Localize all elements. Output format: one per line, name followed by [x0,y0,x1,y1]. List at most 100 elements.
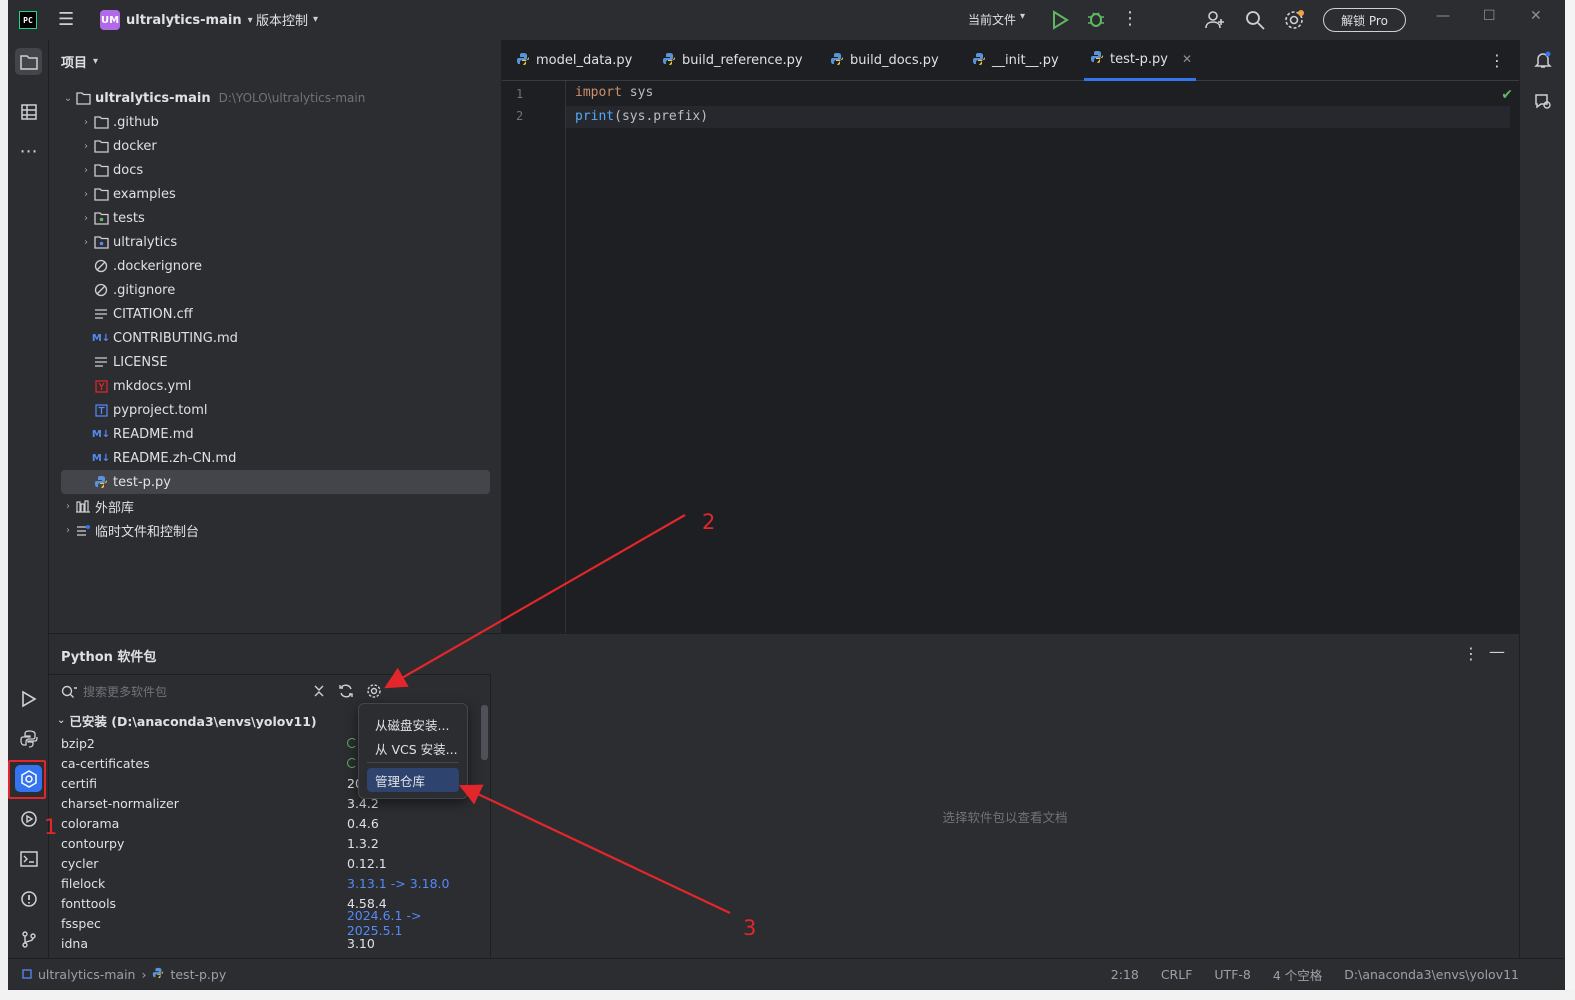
packages-panel-title: Python 软件包 [61,650,157,665]
tree-item[interactable]: › ultralytics [61,230,490,254]
close-icon[interactable]: ✕ [1530,8,1542,24]
caret-position[interactable]: 2:18 [1111,967,1139,982]
indent-setting[interactable]: 4 个空格 [1273,965,1322,984]
ai-assistant-icon[interactable] [1533,91,1553,111]
tree-item[interactable]: .gitignore [61,278,490,302]
run-icon[interactable] [1051,10,1069,30]
settings-gear-icon[interactable] [1283,9,1305,31]
scratches-label: 临时文件和控制台 [95,524,200,540]
more-actions-icon[interactable]: ⋮ [1121,8,1139,29]
tree-item[interactable]: test-p.py [61,470,490,494]
tab-model-data[interactable]: model_data.py [516,40,632,81]
expand-arrow-icon[interactable]: › [61,525,75,536]
tree-item[interactable]: LICENSE [61,350,490,374]
line-number: 2 [516,109,524,123]
add-user-icon[interactable] [1204,9,1226,31]
status-bar: ultralytics-main › test-p.py 2:18 CRLF U… [8,958,1565,990]
tree-item[interactable]: M↓ README.zh-CN.md [61,446,490,470]
tree-item[interactable]: › examples [61,182,490,206]
package-row[interactable]: cycler 0.12.1 [61,853,481,873]
minimize-panel-icon[interactable]: — [1489,642,1505,661]
tree-item[interactable]: CITATION.cff [61,302,490,326]
git-icon[interactable] [15,925,42,952]
tree-scratches[interactable]: › 临时文件和控制台 [61,518,490,542]
package-version: 3.13.1 -> 3.18.0 [347,875,450,891]
project-switcher[interactable]: UM ultralytics-main ▾ [100,8,253,32]
expand-arrow-icon[interactable]: › [79,213,93,224]
tree-item[interactable]: › docs [61,158,490,182]
tree-item[interactable]: › tests [61,206,490,230]
chevron-down-icon: ⌄ [57,715,66,726]
run-config-selector[interactable]: 当前文件 ▾ [968,11,1025,28]
tree-item[interactable]: mkdocs.yml [61,374,490,398]
tab-build-reference[interactable]: build_reference.py [662,40,803,81]
package-row[interactable]: filelock 3.13.1 -> 3.18.0 [61,873,481,893]
notifications-icon[interactable] [1533,50,1553,70]
tree-item[interactable]: › .github [61,110,490,134]
expand-arrow-icon[interactable]: › [79,141,93,152]
pycharm-logo-icon: PC [19,11,37,29]
tree-external-libraries[interactable]: › 外部库 [61,494,490,518]
unlock-pro-button[interactable]: 解锁 Pro [1323,8,1406,32]
expand-arrow-icon[interactable]: › [79,165,93,176]
tree-root[interactable]: ⌄ ultralytics-main D:\YOLO\ultralytics-m… [61,86,490,110]
debug-icon[interactable] [1086,9,1106,29]
install-from-vcs-item[interactable]: 从 VCS 安装... [367,736,459,760]
breadcrumb-project[interactable]: ultralytics-main [38,967,135,982]
package-search[interactable]: 搜索更多软件包 [61,683,167,700]
python-file-icon [152,967,164,982]
installed-group-header[interactable]: ⌄ 已安装 (D:\anaconda3\envs\yolov11) [57,711,317,730]
expand-arrow-icon[interactable]: ⌄ [61,93,75,104]
package-row[interactable]: colorama 0.4.6 [61,813,481,833]
file-encoding[interactable]: UTF-8 [1214,967,1250,982]
package-row[interactable]: contourpy 1.3.2 [61,833,481,853]
search-icon[interactable] [1244,9,1266,31]
line-ending[interactable]: CRLF [1161,967,1193,982]
tab-init[interactable]: __init__.py [972,40,1059,81]
more-tools-icon[interactable]: ⋯ [15,138,42,165]
tabs-more-icon[interactable]: ⋮ [1489,51,1505,70]
code-line-1[interactable]: import sys [575,85,653,100]
tree-item[interactable]: › docker [61,134,490,158]
vcs-menu[interactable]: 版本控制 ▾ [256,10,318,29]
breadcrumb-file[interactable]: test-p.py [170,967,226,982]
services-icon[interactable] [15,805,42,832]
maximize-icon[interactable]: ☐ [1483,8,1496,24]
terminal-icon[interactable] [15,845,42,872]
tree-item-label: docker [113,138,157,154]
install-from-disk-item[interactable]: 从磁盘安装... [367,712,459,736]
expand-arrow-icon[interactable]: › [61,501,75,512]
tree-item[interactable]: M↓ README.md [61,422,490,446]
tab-test-p[interactable]: test-p.py ✕ [1084,40,1197,81]
inspection-ok-icon[interactable]: ✔ [1501,87,1513,103]
collapse-all-icon[interactable] [312,684,326,698]
panel-options-icon[interactable]: ⋮ [1463,644,1479,663]
tree-item-label: LICENSE [113,354,168,370]
expand-arrow-icon[interactable]: › [79,189,93,200]
project-panel-title[interactable]: 项目 ▾ [61,52,98,71]
code-line-2[interactable]: print(sys.prefix) [566,106,1510,128]
close-tab-icon[interactable]: ✕ [1182,52,1192,66]
python-interpreter[interactable]: D:\anaconda3\envs\yolov11 [1344,967,1519,982]
run-tool-icon[interactable] [15,685,42,712]
tree-item[interactable]: M↓ CONTRIBUTING.md [61,326,490,350]
scrollbar-thumb[interactable] [481,705,488,760]
tree-item[interactable]: .dockerignore [61,254,490,278]
settings-gear-icon[interactable] [366,683,382,699]
package-row[interactable]: fsspec 2024.6.1 -> 2025.5.1 [61,908,481,938]
expand-arrow-icon[interactable]: › [79,237,93,248]
tab-build-docs[interactable]: build_docs.py [830,40,939,81]
tree-item-label: CITATION.cff [113,306,193,322]
project-tool-icon[interactable] [15,48,42,75]
package-row[interactable]: idna 3.10 [61,933,481,953]
tree-item[interactable]: pyproject.toml [61,398,490,422]
expand-arrow-icon[interactable]: › [79,117,93,128]
minimize-icon[interactable]: — [1436,8,1450,24]
package-version: 3.10 [347,935,375,951]
structure-tool-icon[interactable] [15,98,42,125]
refresh-icon[interactable] [338,683,354,699]
manage-repositories-item[interactable]: 管理仓库 [367,768,459,792]
problems-icon[interactable] [15,885,42,912]
main-menu-icon[interactable]: ☰ [58,10,76,30]
python-console-icon[interactable] [15,725,42,752]
